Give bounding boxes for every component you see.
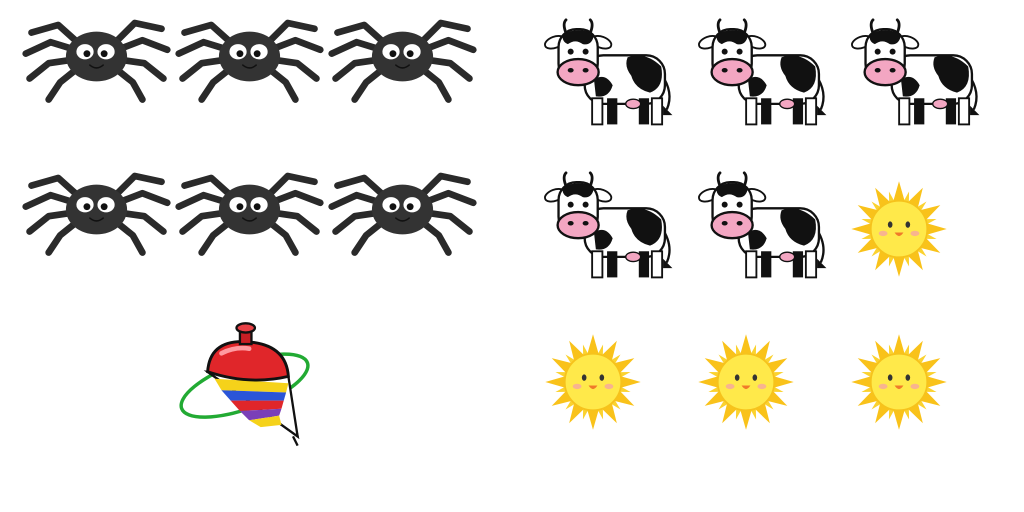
spider-icon	[20, 0, 173, 133]
sun-icon	[693, 329, 799, 435]
spider-icon	[326, 133, 479, 286]
sun-icon	[540, 329, 646, 435]
spider-icon	[173, 0, 326, 133]
spider-icon	[20, 133, 173, 286]
spinning-top-icon	[173, 306, 323, 456]
spider-icon	[326, 0, 479, 133]
cow-icon	[692, 171, 832, 283]
sun-icon	[846, 329, 952, 435]
sun-icon	[846, 176, 952, 282]
left-picture-group	[0, 0, 512, 512]
spider-icon	[173, 133, 326, 286]
cow-icon	[692, 18, 832, 130]
cow-icon	[538, 18, 678, 130]
right-picture-group	[512, 0, 1024, 512]
cow-icon	[845, 18, 985, 130]
cow-icon	[538, 171, 678, 283]
